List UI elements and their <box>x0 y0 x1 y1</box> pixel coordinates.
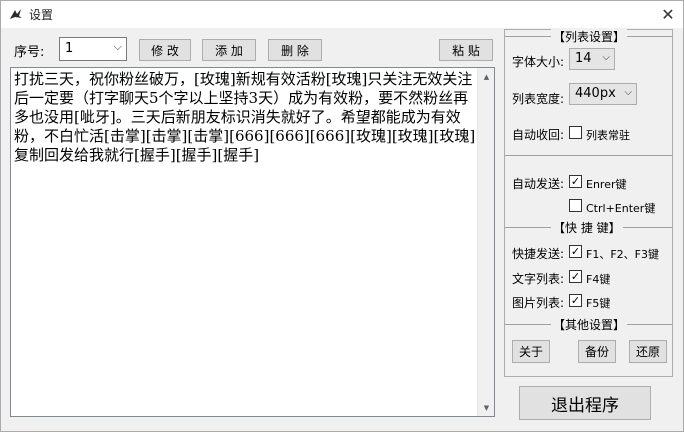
settings-panel: 【列表设置】 字体大小: 14 ⌵ 列表宽度: 440px ⌵ 自动收回: 列表… <box>504 28 673 377</box>
scroll-down-icon[interactable]: ▼ <box>478 399 495 416</box>
check-icon: ✓ <box>570 270 581 283</box>
message-textarea[interactable]: 打扰三天，祝你粉丝破万，[玫瑰]新规有效活粉[玫瑰]只关注无效关注后一定要（打字… <box>10 67 495 417</box>
text-list-key: F4键 <box>586 273 611 286</box>
list-width-label: 列表宽度: <box>512 92 565 106</box>
always-on-label: 列表常驻 <box>586 129 630 142</box>
auto-send-label: 自动发送: <box>512 177 565 191</box>
modify-button[interactable]: 修 改 <box>139 39 191 61</box>
settings-window: 设置 ✕ 序号: 1 ⌵ 修 改 添 加 删 除 粘 贴 打扰三天，祝你粉丝破万… <box>0 0 684 432</box>
close-icon: ✕ <box>661 5 675 24</box>
other-settings-header: 【其他设置】 <box>551 316 628 333</box>
check-icon: ✓ <box>570 245 581 258</box>
chevron-down-icon: ⌵ <box>624 87 632 98</box>
sequence-select[interactable]: 1 ⌵ <box>59 37 127 61</box>
check-icon: ✓ <box>570 175 581 188</box>
enter-key-checkbox[interactable]: ✓ <box>569 175 582 188</box>
font-size-label: 字体大小: <box>512 55 565 69</box>
sequence-value: 1 <box>65 41 74 56</box>
always-on-checkbox[interactable] <box>569 126 582 139</box>
text-list-label: 文字列表: <box>512 272 565 286</box>
list-settings-header: 【列表设置】 <box>551 28 628 45</box>
message-text: 打扰三天，祝你粉丝破万，[玫瑰]新规有效活粉[玫瑰]只关注无效关注后一定要（打字… <box>14 70 476 164</box>
paste-button[interactable]: 粘 贴 <box>439 39 493 61</box>
app-icon <box>10 9 22 19</box>
vertical-scrollbar[interactable]: ▲ ▼ <box>477 68 494 416</box>
restore-button[interactable]: 还原 <box>629 340 667 363</box>
about-button[interactable]: 关于 <box>512 340 550 363</box>
auto-collapse-label: 自动收回: <box>512 128 565 142</box>
image-list-key: F5键 <box>586 297 611 310</box>
scroll-up-icon[interactable]: ▲ <box>478 68 495 85</box>
delete-button[interactable]: 删 除 <box>268 39 322 61</box>
ctrl-enter-checkbox[interactable] <box>569 199 582 212</box>
shortcuts-header: 【快 捷 键】 <box>551 219 623 236</box>
image-list-checkbox[interactable]: ✓ <box>569 294 582 307</box>
window-title: 设置 <box>29 8 54 22</box>
list-width-value: 440px <box>575 86 616 101</box>
sequence-label: 序号: <box>14 45 45 60</box>
title-bar: 设置 ✕ <box>1 1 683 28</box>
check-icon: ✓ <box>570 294 581 307</box>
text-list-checkbox[interactable]: ✓ <box>569 270 582 283</box>
image-list-label: 图片列表: <box>512 296 565 310</box>
quick-send-keys: F1、F2、F3键 <box>586 248 659 261</box>
chevron-down-icon: ⌵ <box>602 52 610 63</box>
close-button[interactable]: ✕ <box>653 1 683 28</box>
quick-send-checkbox[interactable]: ✓ <box>569 245 582 258</box>
exit-program-button[interactable]: 退出程序 <box>519 386 651 420</box>
chevron-down-icon: ⌵ <box>113 40 122 53</box>
ctrl-enter-label: Ctrl+Enter键 <box>586 202 656 215</box>
quick-send-label: 快捷发送: <box>512 247 565 261</box>
font-size-select[interactable]: 14 ⌵ <box>569 48 615 70</box>
divider <box>505 155 672 156</box>
backup-button[interactable]: 备份 <box>578 340 616 363</box>
font-size-value: 14 <box>575 51 592 66</box>
add-button[interactable]: 添 加 <box>202 39 256 61</box>
list-width-select[interactable]: 440px ⌵ <box>569 83 637 105</box>
enter-key-label: Enrer键 <box>586 178 627 191</box>
